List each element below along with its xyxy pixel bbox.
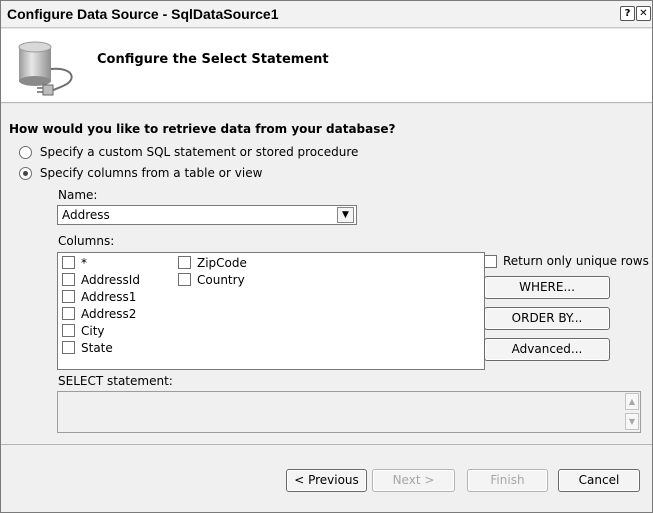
previous-button[interactable]: < Previous: [286, 469, 367, 492]
help-button[interactable]: ?: [620, 6, 635, 21]
select-statement-label: SELECT statement:: [58, 374, 173, 388]
scroll-up-icon[interactable]: ▲: [625, 393, 639, 410]
column-checkbox[interactable]: [62, 341, 75, 354]
radio-specify-columns-label: Specify columns from a table or view: [39, 166, 263, 180]
cancel-button[interactable]: Cancel: [558, 469, 640, 492]
column-checkbox[interactable]: [62, 290, 75, 303]
close-button[interactable]: ✕: [636, 6, 651, 21]
columns-label: Columns:: [58, 234, 115, 248]
retrieve-question: How would you like to retrieve data from…: [9, 122, 396, 136]
scroll-down-icon[interactable]: ▼: [625, 413, 639, 430]
column-label: Address2: [81, 307, 137, 321]
wizard-body: How would you like to retrieve data from…: [1, 104, 652, 444]
title-bar[interactable]: Configure Data Source - SqlDataSource1 ?…: [1, 1, 652, 28]
column-label: Country: [197, 273, 245, 287]
chevron-down-icon[interactable]: ▼: [337, 207, 354, 223]
column-checkbox[interactable]: [62, 324, 75, 337]
column-label: ZipCode: [197, 256, 247, 270]
radio-specify-columns-indicator[interactable]: [19, 167, 32, 180]
column-label: Address1: [81, 290, 137, 304]
window-title: Configure Data Source - SqlDataSource1: [7, 6, 279, 22]
next-button[interactable]: Next >: [372, 469, 455, 492]
column-checkbox[interactable]: [178, 273, 191, 286]
return-unique-rows[interactable]: Return only unique rows: [484, 254, 649, 270]
column-checkbox[interactable]: [62, 256, 75, 269]
wizard-header: Configure the Select Statement: [1, 29, 652, 103]
finish-button[interactable]: Finish: [467, 469, 548, 492]
column-label: City: [81, 324, 105, 338]
wizard-heading: Configure the Select Statement: [97, 52, 329, 67]
table-name-dropdown[interactable]: Address ▼: [57, 205, 357, 225]
radio-specify-columns[interactable]: Specify columns from a table or view: [19, 166, 262, 180]
column-label: AddressId: [81, 273, 140, 287]
column-checkbox[interactable]: [62, 273, 75, 286]
radio-custom-sql-label: Specify a custom SQL statement or stored…: [39, 145, 359, 159]
column-checkbox[interactable]: [62, 307, 75, 320]
radio-custom-sql-indicator[interactable]: [19, 146, 32, 159]
return-unique-label: Return only unique rows: [503, 254, 649, 268]
order-by-button[interactable]: ORDER BY...: [484, 307, 610, 330]
radio-custom-sql[interactable]: Specify a custom SQL statement or stored…: [19, 145, 358, 159]
return-unique-checkbox[interactable]: [484, 255, 497, 268]
database-icon: [18, 41, 73, 96]
wizard-footer: < Previous Next > Finish Cancel: [1, 444, 652, 512]
column-label: State: [81, 341, 113, 355]
columns-list[interactable]: * AddressId Address1 Address2 City State: [57, 252, 485, 370]
select-statement-box[interactable]: ▲ ▼: [57, 391, 641, 433]
table-name-value: Address: [62, 208, 110, 222]
column-label: *: [81, 256, 87, 270]
configure-data-source-dialog: Configure Data Source - SqlDataSource1 ?…: [0, 0, 653, 513]
where-button[interactable]: WHERE...: [484, 276, 610, 299]
name-label: Name:: [58, 188, 98, 202]
column-checkbox[interactable]: [178, 256, 191, 269]
advanced-button[interactable]: Advanced...: [484, 338, 610, 361]
